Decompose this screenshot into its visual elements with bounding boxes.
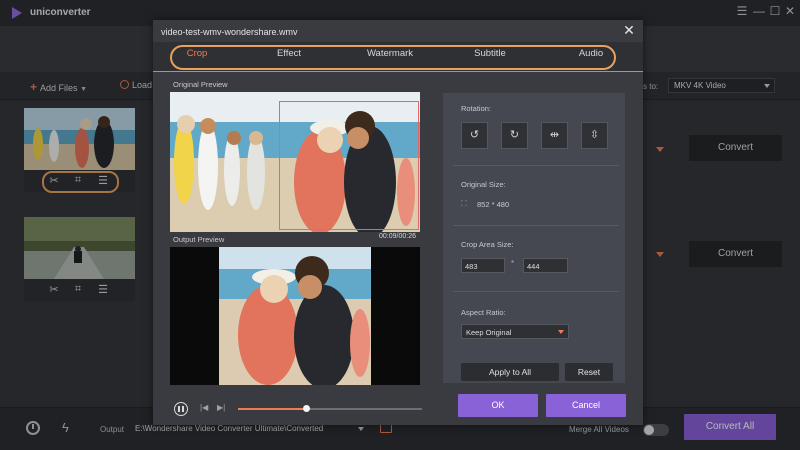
timecode: 00:09/00:26	[379, 233, 416, 240]
progress-fill	[238, 408, 307, 410]
output-preview-label: Output Preview	[173, 235, 225, 244]
pause-icon[interactable]	[174, 402, 188, 416]
rotate-left-icon[interactable]: ↺	[461, 122, 488, 149]
divider	[453, 225, 619, 226]
original-size-label: Original Size:	[461, 180, 506, 189]
aspect-ratio-value: Keep Original	[466, 328, 512, 337]
flip-vertical-icon[interactable]: ⇳	[581, 122, 608, 149]
dialog-title: video-test-wmv-wondershare.wmv	[161, 27, 298, 37]
times-symbol: *	[511, 259, 515, 268]
chevron-down-icon	[558, 330, 564, 334]
app-window: uniconverter ☰ — ☐ ✕ + Add Files ▼ Load s…	[0, 0, 800, 450]
cancel-button[interactable]: Cancel	[546, 394, 626, 417]
original-size-value: 852 * 480	[477, 200, 510, 209]
aspect-ratio-select[interactable]: Keep Original	[461, 324, 569, 339]
original-preview-label: Original Preview	[173, 80, 228, 89]
tab-effect[interactable]: Effect	[269, 48, 309, 59]
flip-horizontal-icon[interactable]: ⇹	[541, 122, 568, 149]
apply-to-all-button[interactable]: Apply to All	[461, 363, 559, 381]
divider	[453, 291, 619, 292]
rotate-right-icon[interactable]: ↻	[501, 122, 528, 149]
tab-watermark[interactable]: Watermark	[360, 48, 420, 59]
previous-frame-icon[interactable]: |◀	[200, 403, 208, 412]
close-icon[interactable]: ✕	[621, 22, 637, 39]
rotation-label: Rotation:	[461, 104, 492, 113]
crop-width-field[interactable]: 483	[461, 258, 505, 273]
crop-height-field[interactable]: 444	[523, 258, 568, 273]
crop-area-label: Crop Area Size:	[461, 240, 514, 249]
next-frame-icon[interactable]: ▶|	[217, 403, 225, 412]
tab-audio[interactable]: Audio	[571, 48, 611, 59]
tab-divider	[153, 71, 643, 72]
aspect-ratio-label: Aspect Ratio:	[461, 308, 506, 317]
original-preview	[170, 92, 420, 232]
divider	[453, 165, 619, 166]
ok-button[interactable]: OK	[458, 394, 538, 417]
playback-controls: |◀ ▶|	[170, 401, 422, 419]
output-video-frame	[170, 247, 420, 385]
resize-icon: ⛶	[461, 199, 467, 208]
progress-handle[interactable]	[303, 405, 311, 412]
reset-button[interactable]: Reset	[565, 363, 613, 381]
tab-crop[interactable]: Crop	[179, 48, 215, 59]
crop-area-box[interactable]	[279, 101, 419, 230]
output-preview	[170, 247, 420, 385]
tab-subtitle[interactable]: Subtitle	[465, 48, 515, 59]
progress-track[interactable]	[238, 405, 422, 412]
